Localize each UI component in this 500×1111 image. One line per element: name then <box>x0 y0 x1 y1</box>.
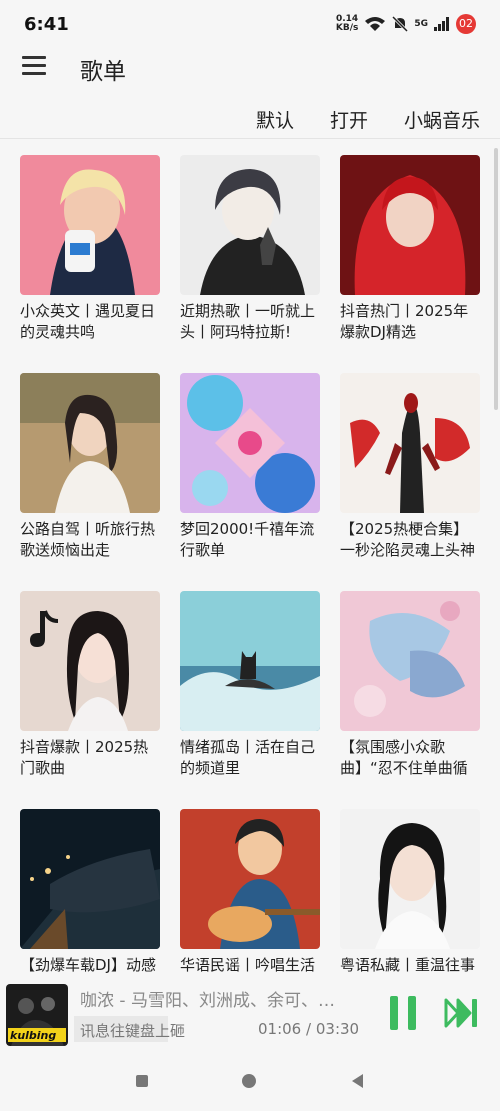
playlist-cover <box>340 155 480 295</box>
play-time: 01:06 / 03:30 <box>258 1020 359 1038</box>
signal-label: 5G <box>414 19 428 29</box>
scrollbar[interactable] <box>494 148 498 410</box>
cover-logo-text: kulbing <box>10 1029 57 1042</box>
playlist-cover <box>180 155 320 295</box>
sort-bar: 默认 打开 小蜗音乐 <box>256 106 480 133</box>
playlist-card[interactable]: 【2025热梗合集】一秒沦陷灵魂上头神曲 <box>340 373 480 561</box>
playlist-title: 公路自驾丨听旅行热歌送烦恼出走 <box>20 520 156 559</box>
playlist-cover <box>180 809 320 949</box>
playlist-title: 抖音爆款丨2025热门歌曲 <box>20 738 149 777</box>
playlist-title: 抖音热门丨2025年爆款DJ精选 <box>340 302 469 341</box>
signal-icon <box>434 17 449 31</box>
playlist-card[interactable]: 抖音爆款丨2025热门歌曲 <box>20 591 160 779</box>
playlist-card[interactable]: 【氛围感小众歌曲】“忍不住单曲循环!” <box>340 591 480 779</box>
system-nav-bar <box>0 1050 500 1111</box>
skip-next-icon[interactable] <box>444 996 480 1030</box>
pause-icon[interactable] <box>388 996 418 1030</box>
recents-icon[interactable] <box>136 1075 148 1087</box>
song-title: 咖浓 - 马雪阳、刘洲成、余可、… <box>80 991 335 1011</box>
app-bar: 歌单 <box>0 50 500 90</box>
playlist-card[interactable]: 小众英文丨遇见夏日的灵魂共鸣 <box>20 155 160 343</box>
playlist-title: 近期热歌丨一听就上头丨阿玛特拉斯! <box>180 302 316 341</box>
playlist-cover <box>20 809 160 949</box>
playlist-card[interactable]: 粤语私藏丨重温往事 <box>340 809 480 997</box>
playlist-cover <box>340 591 480 731</box>
status-icons: 0.14 KB/s 5G 02 <box>336 14 476 34</box>
wifi-icon <box>365 17 386 31</box>
hamburger-icon[interactable] <box>22 56 46 76</box>
divider <box>0 138 500 139</box>
open-button[interactable]: 打开 <box>330 106 368 133</box>
playlist-title: 【氛围感小众歌曲】“忍不住单曲循环!” <box>340 738 468 777</box>
now-playing-cover[interactable]: kulbing <box>6 984 68 1046</box>
sort-default-button[interactable]: 默认 <box>256 106 294 133</box>
notification-badge: 02 <box>456 14 476 34</box>
playlist-card[interactable]: 梦回2000!千禧年流行歌单 <box>180 373 320 561</box>
playlist-card[interactable]: 华语民谣丨吟唱生活 <box>180 809 320 997</box>
total-time: 03:30 <box>315 1020 360 1038</box>
playlist-cover <box>20 591 160 731</box>
playlist-cover <box>20 373 160 513</box>
playlist-card[interactable]: 近期热歌丨一听就上头丨阿玛特拉斯! <box>180 155 320 343</box>
playlist-cover <box>180 591 320 731</box>
time-separator: / <box>306 1020 312 1038</box>
status-time: 6:41 <box>24 14 69 35</box>
page-title: 歌单 <box>80 59 126 85</box>
back-icon[interactable] <box>352 1074 363 1088</box>
playlist-title: 小众英文丨遇见夏日的灵魂共鸣 <box>20 302 156 341</box>
home-icon[interactable] <box>242 1074 256 1088</box>
playlist-cover <box>340 373 480 513</box>
playlist-card[interactable]: 抖音热门丨2025年爆款DJ精选 <box>340 155 480 343</box>
playlist-card[interactable]: 【劲爆车载DJ】动感 <box>20 809 160 997</box>
mini-player[interactable]: kulbing 咖浓 - 马雪阳、刘洲成、余可、… 讯息往键盘上砸 01:06 … <box>0 978 500 1048</box>
playlist-cover <box>20 155 160 295</box>
lyric-line: 讯息往键盘上砸 <box>80 1022 186 1040</box>
playlist-title: 梦回2000!千禧年流行歌单 <box>180 520 315 559</box>
playlist-cover <box>180 373 320 513</box>
playlist-cover <box>340 809 480 949</box>
playlist-card[interactable]: 情绪孤岛丨活在自己的频道里 <box>180 591 320 779</box>
net-speed: 0.14 KB/s <box>335 14 359 33</box>
playlist-title: 【2025热梗合集】一秒沦陷灵魂上头神曲 <box>340 520 476 559</box>
playlist-title: 情绪孤岛丨活在自己的频道里 <box>180 738 316 777</box>
current-time: 01:06 <box>258 1020 302 1038</box>
status-bar: 6:41 0.14 KB/s 5G 02 <box>0 0 500 50</box>
mute-bell-icon <box>392 16 409 32</box>
playlist-card[interactable]: 公路自驾丨听旅行热歌送烦恼出走 <box>20 373 160 561</box>
source-button[interactable]: 小蜗音乐 <box>404 106 480 133</box>
